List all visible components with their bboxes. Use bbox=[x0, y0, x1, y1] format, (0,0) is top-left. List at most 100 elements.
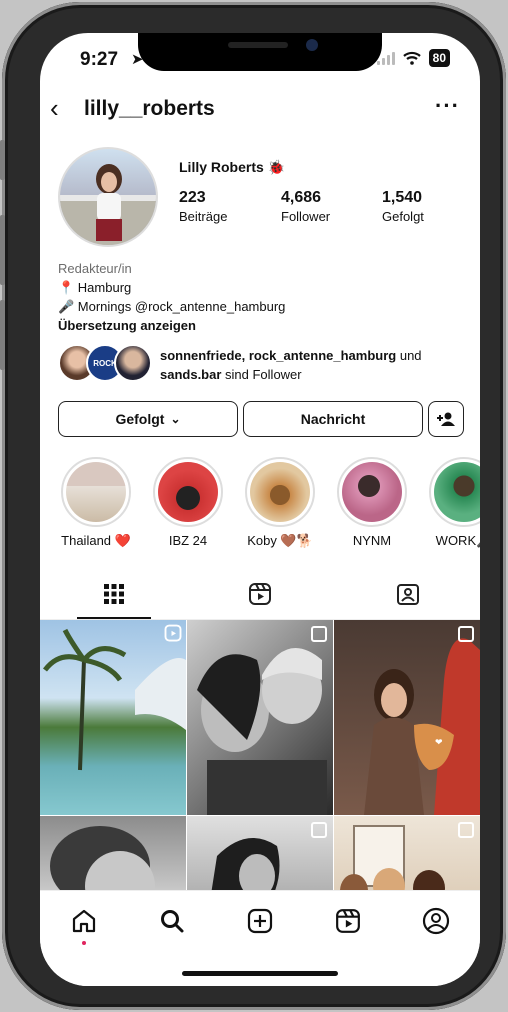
bio-category: Redakteur/in bbox=[58, 261, 132, 276]
stat-value: 4,686 bbox=[281, 189, 322, 206]
ladybug-icon: 🐞 bbox=[267, 159, 286, 175]
multi-post-icon bbox=[311, 626, 327, 642]
reel-badge-icon bbox=[164, 624, 182, 642]
status-time: 9:27 bbox=[80, 49, 119, 70]
post-thumbnail[interactable] bbox=[40, 620, 186, 815]
nav-create[interactable] bbox=[244, 905, 276, 937]
highlight-label: IBZ 24 bbox=[168, 533, 208, 548]
post-thumbnail[interactable] bbox=[187, 620, 333, 815]
followed-by-connector: und bbox=[396, 348, 422, 363]
following-button[interactable]: Gefolgt ⌄ bbox=[58, 401, 238, 437]
tab-reels[interactable] bbox=[240, 579, 280, 609]
home-icon bbox=[72, 909, 96, 933]
multi-post-icon bbox=[458, 822, 474, 838]
side-button bbox=[0, 140, 5, 180]
oktoberfest-photo: ❤ bbox=[364, 638, 480, 815]
notification-dot bbox=[82, 941, 86, 945]
highlight-cover bbox=[66, 462, 126, 522]
bottom-navigation bbox=[40, 890, 480, 986]
tab-tagged[interactable] bbox=[388, 579, 428, 609]
add-person-icon bbox=[437, 412, 455, 426]
highlight-item[interactable]: NYNM bbox=[334, 457, 410, 548]
followed-by-text: sonnenfriede, rock_antenne_hamburg und s… bbox=[160, 346, 460, 384]
stat-value: 223 bbox=[179, 189, 206, 206]
svg-text:❤: ❤ bbox=[435, 737, 443, 747]
search-icon bbox=[161, 910, 184, 933]
highlight-label: WORK🎤 bbox=[435, 533, 480, 548]
back-icon[interactable]: ‹ bbox=[50, 95, 59, 121]
notch bbox=[138, 33, 382, 71]
more-icon[interactable]: ··· bbox=[435, 93, 460, 119]
bio-line: 📍 Hamburg bbox=[58, 280, 132, 295]
side-button bbox=[0, 215, 5, 285]
profile-icon bbox=[422, 907, 450, 935]
nav-profile[interactable] bbox=[420, 905, 452, 937]
message-button[interactable]: Nachricht bbox=[243, 401, 423, 437]
profile-name-text: Lilly Roberts bbox=[179, 159, 264, 175]
stat-followers[interactable]: 4,686 Follower bbox=[281, 189, 330, 224]
posts-grid: ❤ bbox=[40, 620, 480, 920]
nav-home[interactable] bbox=[68, 905, 100, 937]
follower-names: sonnenfriede, rock_antenne_hamburg bbox=[160, 348, 397, 363]
side-button bbox=[0, 300, 5, 370]
highlight-cover bbox=[342, 462, 402, 522]
signal-icon bbox=[376, 51, 395, 65]
stat-label: Follower bbox=[281, 209, 331, 224]
profile-header: ‹ lilly__roberts ··· bbox=[40, 93, 480, 127]
tab-posts[interactable] bbox=[94, 579, 134, 609]
stat-value: 1,540 bbox=[382, 189, 423, 206]
bio-line[interactable]: 🎤 Mornings @rock_antenne_hamburg bbox=[58, 297, 285, 316]
stat-label: Gefolgt bbox=[382, 209, 424, 224]
wifi-icon bbox=[402, 51, 421, 65]
followed-by-suffix: sind Follower bbox=[221, 367, 302, 382]
chevron-down-icon: ⌄ bbox=[170, 412, 181, 426]
highlight-cover bbox=[158, 462, 218, 522]
avatar[interactable] bbox=[58, 147, 158, 247]
speaker bbox=[228, 42, 288, 48]
highlight-cover bbox=[250, 462, 310, 522]
highlight-item[interactable]: IBZ 24 bbox=[150, 457, 226, 548]
highlight-item[interactable]: Thailand ❤️ bbox=[58, 457, 134, 549]
highlight-cover bbox=[434, 462, 480, 522]
camera bbox=[306, 39, 318, 51]
highlights: Thailand ❤️ IBZ 24 Koby 🤎🐕 NYNM WORK🎤 bbox=[48, 457, 480, 557]
app-screen: 9:27 ➤ 80 ‹ lilly__roberts ··· Lilly Rob… bbox=[40, 33, 480, 986]
follower-avatar bbox=[114, 344, 152, 382]
stat-following[interactable]: 1,540 Gefolgt bbox=[382, 189, 424, 224]
profile-name: Lilly Roberts 🐞 bbox=[179, 159, 285, 176]
highlight-item[interactable]: Koby 🤎🐕 bbox=[242, 457, 318, 549]
stat-posts[interactable]: 223 Beiträge bbox=[179, 189, 227, 224]
grid-icon bbox=[104, 584, 124, 604]
profile-actions: Gefolgt ⌄ Nachricht bbox=[58, 401, 464, 439]
add-post-icon bbox=[247, 908, 273, 934]
multi-post-icon bbox=[458, 626, 474, 642]
bio: Redakteur/in 📍 Hamburg 🎤 Mornings @rock_… bbox=[58, 259, 285, 335]
location-arrow-icon: ➤ bbox=[131, 51, 144, 68]
multi-post-icon bbox=[311, 822, 327, 838]
following-label: Gefolgt bbox=[115, 411, 165, 427]
tagged-icon bbox=[397, 584, 419, 605]
battery-icon: 80 bbox=[428, 49, 450, 67]
profile-tabs bbox=[40, 573, 480, 620]
translate-link[interactable]: Übersetzung anzeigen bbox=[58, 316, 285, 335]
highlight-label: NYNM bbox=[352, 533, 392, 548]
reels-icon bbox=[336, 909, 360, 933]
post-thumbnail[interactable]: ❤ bbox=[334, 620, 480, 815]
reels-icon bbox=[249, 583, 271, 605]
stat-label: Beiträge bbox=[179, 209, 228, 224]
palm-icon bbox=[43, 628, 186, 771]
couple-photo bbox=[197, 648, 327, 815]
highlight-item[interactable]: WORK🎤 bbox=[426, 457, 480, 549]
message-label: Nachricht bbox=[300, 411, 366, 427]
highlight-label: Thailand ❤️ bbox=[61, 533, 131, 548]
follower-name: sands.bar bbox=[160, 367, 222, 382]
add-person-button[interactable] bbox=[428, 401, 464, 437]
profile-username: lilly__roberts bbox=[84, 97, 215, 120]
status-right: 80 bbox=[376, 49, 450, 67]
active-tab-indicator bbox=[77, 617, 151, 619]
nav-reels[interactable] bbox=[332, 905, 364, 937]
highlight-label: Koby 🤎🐕 bbox=[247, 533, 313, 548]
followed-by[interactable]: ROCK sonnenfriede, rock_antenne_hamburg … bbox=[58, 344, 468, 384]
nav-search[interactable] bbox=[156, 905, 188, 937]
home-indicator bbox=[182, 971, 338, 976]
